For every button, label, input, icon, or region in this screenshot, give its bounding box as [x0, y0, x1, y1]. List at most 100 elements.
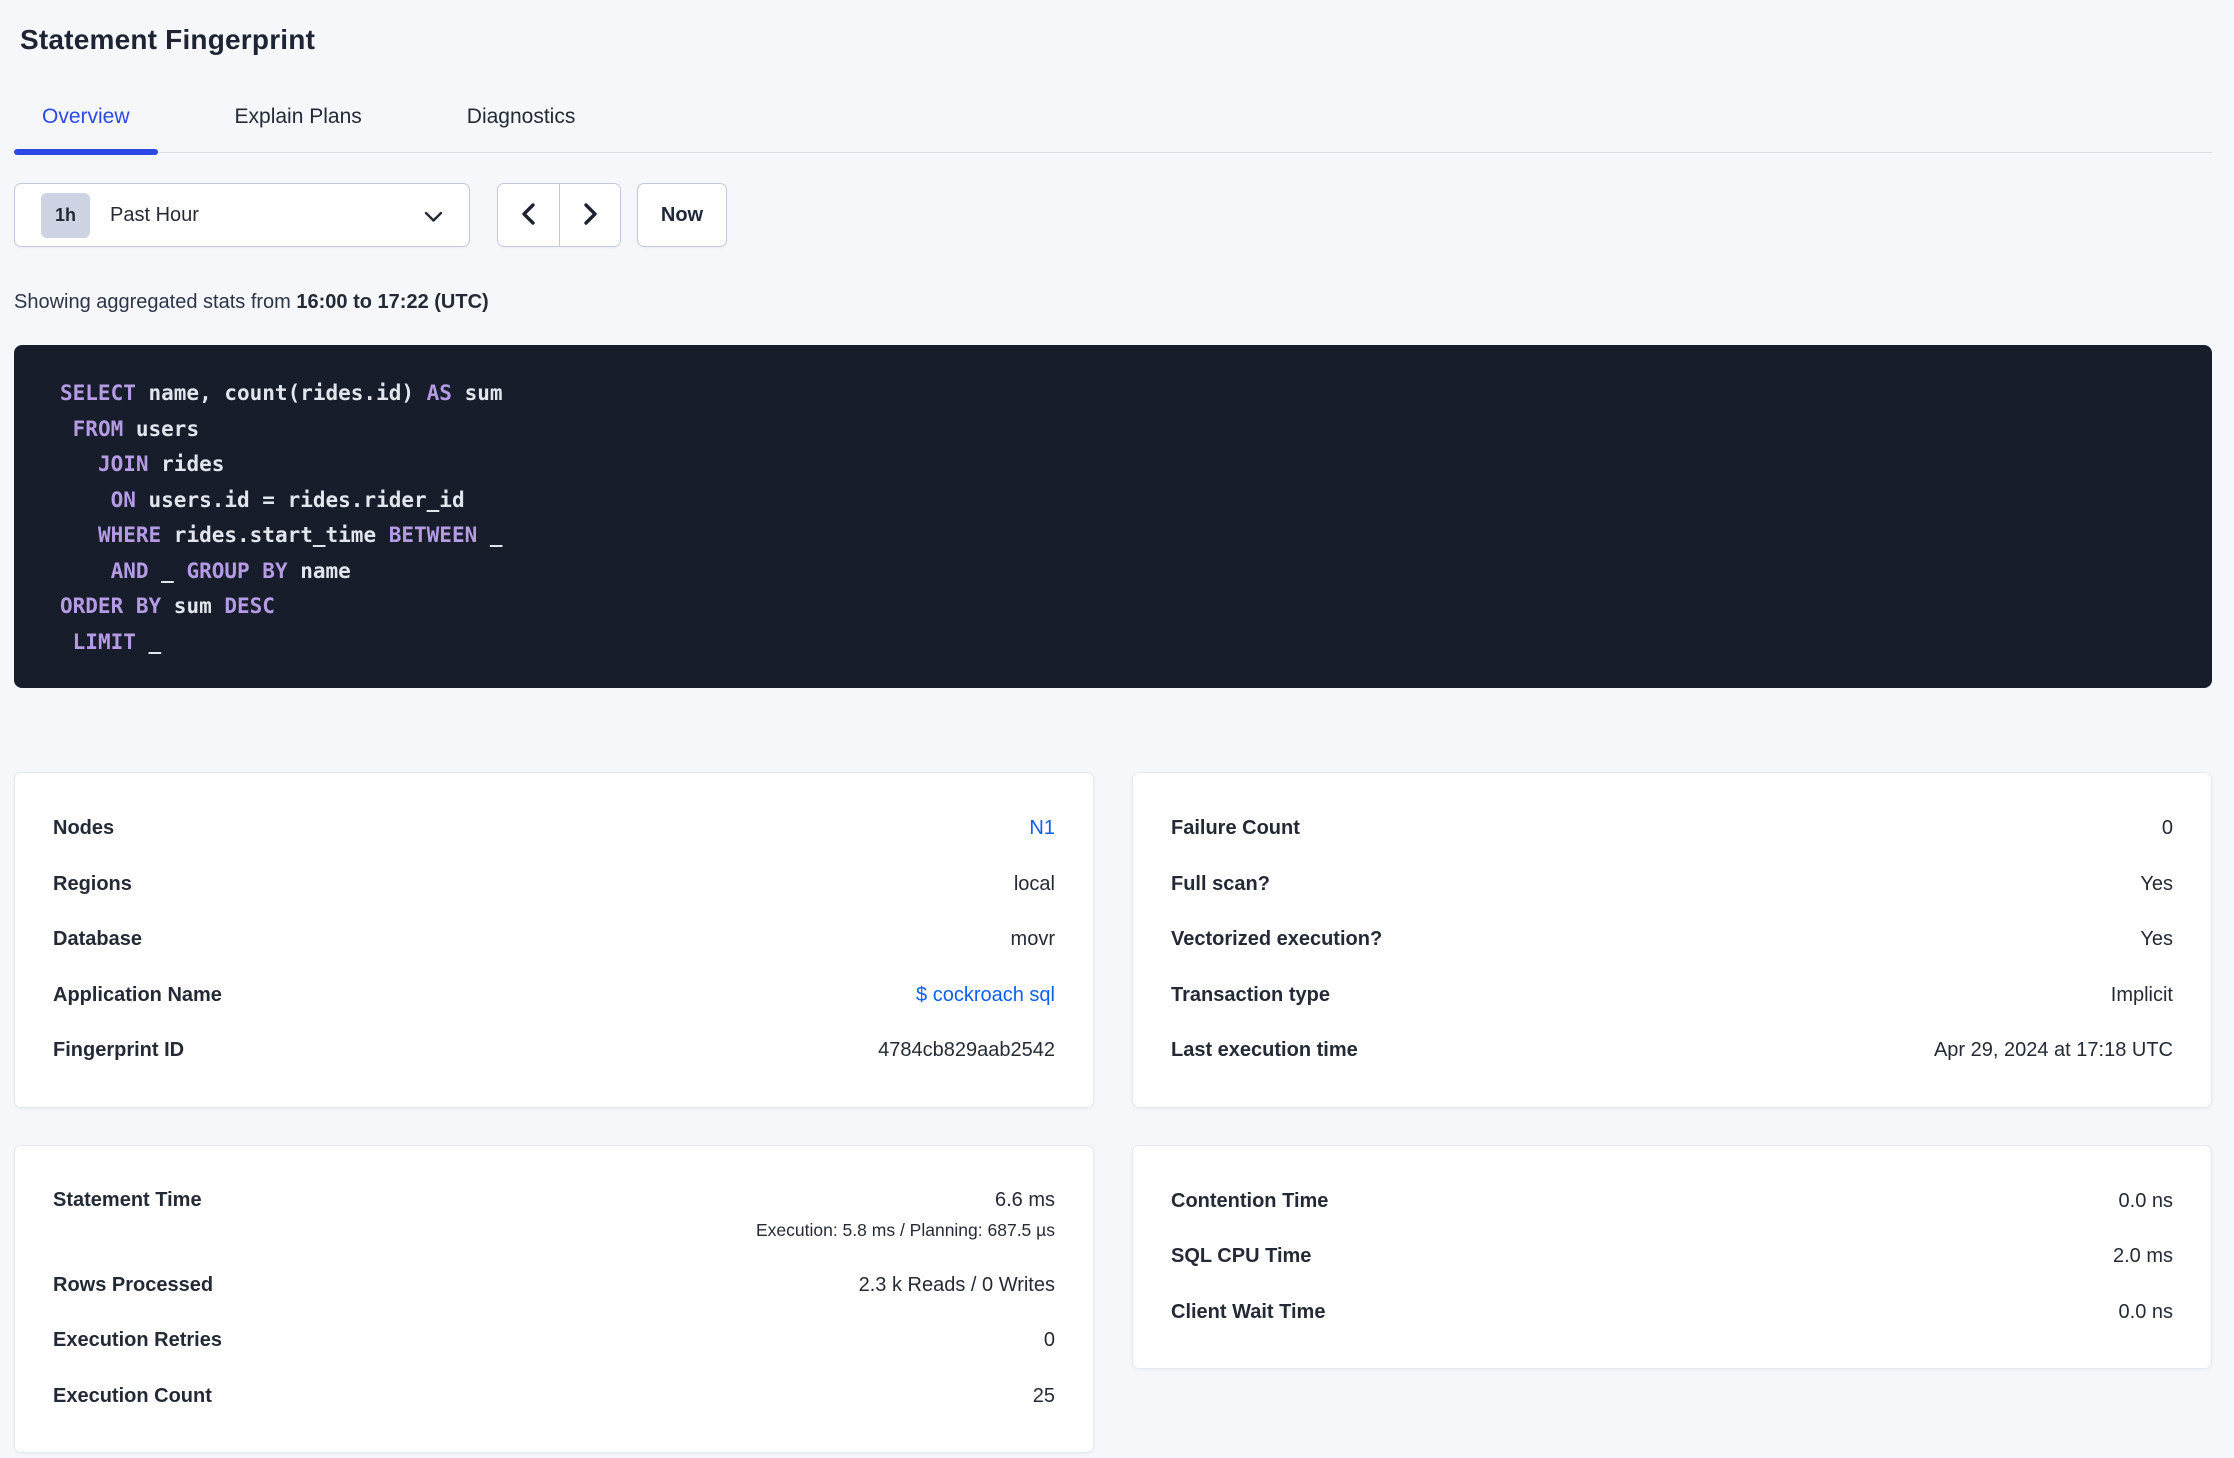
stat-row-transaction-type: Transaction type Implicit: [1171, 968, 2173, 1024]
stat-row-full-scan: Full scan? Yes: [1171, 857, 2173, 913]
stat-value-group: 6.6 ms Execution: 5.8 ms / Planning: 687.…: [756, 1174, 1055, 1240]
sql-text: rides: [148, 452, 225, 476]
sql-line: FROM users: [60, 412, 2166, 448]
stat-value-contention-time: 0.0 ns: [2118, 1189, 2173, 1212]
stat-value-regions: local: [1013, 872, 1055, 895]
prev-time-button[interactable]: [498, 184, 559, 246]
stat-label-last-execution-time: Last execution time: [1171, 1039, 1358, 1062]
contention-card: Contention Time 0.0 ns SQL CPU Time 2.0 ms C…: [1132, 1144, 2212, 1369]
sql-text: _: [135, 629, 162, 654]
sql-keyword: LIMIT: [72, 629, 136, 654]
page-title: Statement Fingerprint: [20, 24, 316, 55]
sql-keyword: ORDER BY: [60, 594, 162, 618]
stat-label-database: Database: [53, 928, 142, 951]
chevron-down-icon: [424, 210, 443, 228]
tab-overview[interactable]: Overview: [14, 86, 158, 155]
stat-label-contention-time: Contention Time: [1171, 1189, 1329, 1212]
stat-value-last-execution-time: Apr 29, 2024 at 17:18 UTC: [1933, 1039, 2173, 1062]
stat-value-statement-time: 6.6 ms: [994, 1188, 1055, 1211]
time-range-label: Past Hour: [110, 203, 199, 226]
stat-label-sql-cpu-time: SQL CPU Time: [1171, 1245, 1312, 1268]
stat-row-statement-time: Statement Time 6.6 ms Execution: 5.8 ms / …: [53, 1174, 1055, 1258]
stat-label-execution-count: Execution Count: [53, 1384, 212, 1407]
tab-explain-plans[interactable]: Explain Plans: [207, 86, 390, 152]
sql-text: _: [477, 523, 503, 547]
stat-label-nodes: Nodes: [53, 817, 115, 840]
time-range-dropdown[interactable]: 1h Past Hour: [14, 183, 470, 247]
stat-row-contention-time: Contention Time 0.0 ns: [1171, 1174, 2173, 1230]
chevron-right-icon: [582, 202, 599, 229]
stat-value-sql-cpu-time: 2.0 ms: [2112, 1245, 2173, 1268]
sql-text: users.id = rides.rider_id: [135, 487, 465, 512]
stat-row-fingerprint-id: Fingerprint ID 4784cb829aab2542: [53, 1023, 1055, 1079]
sql-keyword: AND: [110, 558, 149, 583]
statement-details-card: Nodes N1 Regions local Database movr Applicati…: [14, 772, 1094, 1108]
stats-caption-range: 16:00 to 17:22 (UTC): [296, 291, 489, 313]
sql-keyword: JOIN: [97, 452, 149, 476]
stat-row-failure-count: Failure Count 0: [1171, 801, 2173, 857]
stat-row-execution-retries: Execution Retries 0: [53, 1313, 1055, 1369]
sql-line: AND _ GROUP BY name: [60, 554, 2166, 590]
stat-row-nodes: Nodes N1: [53, 801, 1055, 857]
stat-row-rows-processed: Rows Processed 2.3 k Reads / 0 Writes: [53, 1258, 1055, 1314]
stat-label-application-name: Application Name: [53, 983, 222, 1006]
execution-attributes-card: Failure Count 0 Full scan? Yes Vectorized ex…: [1132, 772, 2212, 1108]
sql-line: SELECT name, count(rides.id) AS sum: [60, 376, 2166, 412]
overview-cards-row-2: Statement Time 6.6 ms Execution: 5.8 ms / …: [14, 1144, 2212, 1453]
sql-keyword: DESC: [224, 594, 275, 618]
stat-label-client-wait-time: Client Wait Time: [1171, 1300, 1326, 1323]
stat-value-application-name[interactable]: $ cockroach sql: [916, 984, 1055, 1007]
stats-caption-prefix: Showing aggregated stats from: [14, 291, 297, 313]
stat-label-full-scan: Full scan?: [1171, 872, 1270, 895]
stat-subvalue-statement-time: Execution: 5.8 ms / Planning: 687.5 µs: [755, 1219, 1055, 1240]
tab-diagnostics[interactable]: Diagnostics: [439, 86, 604, 152]
stat-value-transaction-type: Implicit: [2110, 983, 2173, 1006]
stat-value-full-scan: Yes: [2140, 872, 2173, 895]
stat-row-database: Database movr: [53, 912, 1055, 968]
next-time-button[interactable]: [559, 184, 620, 246]
sql-keyword: ON: [110, 487, 136, 512]
statement-fingerprint-page: Statement Fingerprint Overview Explain Pl…: [0, 0, 2234, 1453]
sql-text: name: [287, 558, 351, 583]
stat-value-vectorized-execution: Yes: [2140, 928, 2173, 951]
stat-value-database: movr: [1010, 928, 1055, 951]
sql-keyword: GROUP BY: [186, 558, 288, 583]
tabbar: Overview Explain Plans Diagnostics: [14, 86, 2212, 155]
stat-row-execution-count: Execution Count 25: [53, 1369, 1055, 1425]
chevron-left-icon: [520, 202, 537, 229]
sql-line: LIMIT _: [60, 625, 2166, 661]
stat-value-rows-processed: 2.3 k Reads / 0 Writes: [858, 1273, 1055, 1296]
sql-text: users: [123, 416, 200, 441]
stat-row-vectorized-execution: Vectorized execution? Yes: [1171, 912, 2173, 968]
sql-line: ORDER BY sum DESC: [60, 589, 2166, 625]
sql-line: ON users.id = rides.rider_id: [60, 483, 2166, 519]
stat-label-regions: Regions: [53, 872, 132, 895]
stat-label-transaction-type: Transaction type: [1171, 983, 1330, 1006]
stat-label-rows-processed: Rows Processed: [53, 1273, 214, 1296]
stat-value-fingerprint-id: 4784cb829aab2542: [878, 1039, 1055, 1062]
sql-text: sum: [451, 381, 503, 405]
sql-keyword: AS: [426, 381, 452, 405]
sql-text: _: [148, 558, 187, 583]
sql-text: sum: [161, 594, 225, 618]
now-button[interactable]: Now: [637, 183, 727, 247]
time-controls: 1h Past Hour Now: [14, 183, 2212, 247]
stat-row-sql-cpu-time: SQL CPU Time 2.0 ms: [1171, 1229, 2173, 1285]
sql-keyword: BETWEEN: [388, 523, 478, 547]
sql-statement-box: SELECT name, count(rides.id) AS sum FROM…: [14, 345, 2212, 688]
overview-cards-row-1: Nodes N1 Regions local Database movr Applicati…: [14, 772, 2212, 1108]
stat-label-vectorized-execution: Vectorized execution?: [1171, 928, 1383, 951]
sql-text: name, count(rides.id): [135, 381, 427, 405]
sql-line: WHERE rides.start_time BETWEEN _: [60, 518, 2166, 554]
time-range-badge: 1h: [41, 192, 90, 238]
stat-value-nodes[interactable]: N1: [1029, 817, 1055, 840]
stat-value-failure-count: 0: [2161, 817, 2173, 840]
stat-value-execution-count: 25: [1032, 1384, 1055, 1407]
sql-keyword: SELECT: [60, 381, 136, 405]
stat-label-execution-retries: Execution Retries: [53, 1329, 222, 1352]
